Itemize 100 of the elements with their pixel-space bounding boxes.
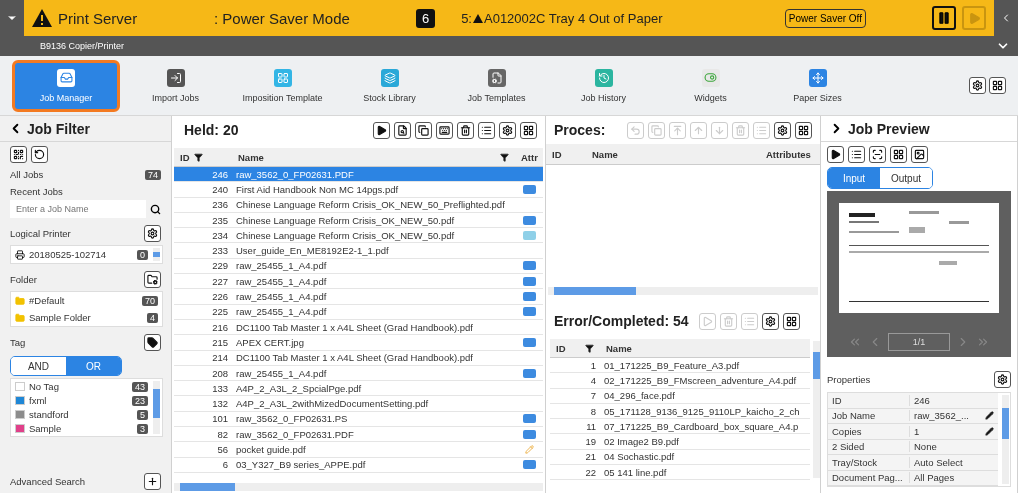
job-row[interactable]: 101 raw_3562_0_FP02631.PS <box>174 411 543 428</box>
job-row[interactable]: 229 raw_25455_1_A4.pdf <box>174 258 543 275</box>
job-row[interactable]: 234 Chinese Language Reform Crisis_OK_NEW_50.pdf <box>174 228 543 244</box>
job-row[interactable]: 225 raw_25455_1_A4.pdf <box>174 304 543 320</box>
tag-name[interactable]: Sample <box>29 423 62 434</box>
power-saver-button[interactable]: Power Saver Off <box>784 8 866 28</box>
job-row[interactable]: 233 User_guide_En_ME8192E2-1_1.pdf <box>174 243 543 259</box>
search-icon[interactable] <box>150 203 161 215</box>
pencil-icon[interactable] <box>985 411 994 421</box>
play-button[interactable] <box>373 121 390 139</box>
pencil-icon[interactable] <box>985 426 994 436</box>
job-row[interactable]: 82 raw_3562_0_FP02631.PDF <box>174 427 543 443</box>
add-button[interactable] <box>144 473 161 490</box>
grid-button[interactable] <box>795 121 812 139</box>
toolbar-tab[interactable]: Stock Library <box>338 59 441 112</box>
folder-name[interactable]: Sample Folder <box>29 312 91 323</box>
column-header[interactable]: Attr <box>521 151 538 163</box>
list-button[interactable] <box>848 146 865 163</box>
job-row[interactable]: 133 A4P_2_A3L_2_SpcialPge.pdf <box>174 381 543 397</box>
delete-button[interactable] <box>457 121 474 139</box>
job-row[interactable]: 56 pocket guide.pdf <box>174 442 543 458</box>
job-row[interactable]: 227 raw_25455_1_A4.pdf <box>174 274 543 290</box>
fit-button[interactable] <box>869 146 886 163</box>
refresh-button[interactable] <box>31 146 48 163</box>
job-row[interactable]: 11 07_171225_B9_Cardboard_box_square_A4.p <box>550 419 810 435</box>
scrollbar[interactable] <box>548 287 818 295</box>
keyboard-button[interactable] <box>436 121 453 139</box>
list-button[interactable] <box>478 121 495 139</box>
job-row[interactable]: 4 02_171225_B9_FMscreen_adventure_A4.pdf <box>550 373 810 389</box>
job-row[interactable]: 208 raw_25455_1_A4.pdf <box>174 365 543 382</box>
job-row[interactable]: 235 Chinese Language Reform Crisis_OK_NEW_50.pdf <box>174 212 543 229</box>
grid-button[interactable] <box>890 146 907 163</box>
column-header[interactable]: ID <box>552 148 562 160</box>
job-row[interactable]: 7 04_296_face.pdf <box>550 388 810 404</box>
printer-name[interactable]: 20180525-102714 <box>29 249 107 260</box>
grid-button[interactable] <box>989 77 1006 94</box>
filter-label[interactable]: All Jobs <box>10 169 44 180</box>
preview-tab[interactable]: Input <box>828 168 880 188</box>
settings-button[interactable] <box>761 312 779 330</box>
job-count: 5 <box>137 409 148 420</box>
settings-button[interactable] <box>499 121 516 139</box>
job-row[interactable]: 1 01_171225_B9_Feature_A3.pdf <box>550 358 810 374</box>
job-row[interactable]: 215 APEX CERT.jpg <box>174 335 543 351</box>
column-header[interactable]: Attributes <box>766 148 811 160</box>
job-name: DC1100 Tab Master 1 x A4L Sheet (Grad Handbook).pdf <box>235 321 474 333</box>
folder-name[interactable]: #Default <box>29 295 65 306</box>
settings-button[interactable] <box>969 77 986 94</box>
toolbar-tab[interactable]: Job Manager <box>12 59 120 112</box>
job-row[interactable]: 8 05_171128_9136_9125_9110LP_kaicho_2_ch <box>550 403 810 420</box>
scrollbar[interactable] <box>174 483 543 491</box>
scrollbar[interactable] <box>153 248 160 261</box>
settings-button[interactable] <box>774 121 791 139</box>
column-header[interactable]: Name <box>592 148 618 160</box>
column-header[interactable]: ID <box>556 342 566 354</box>
play-button[interactable] <box>827 146 844 163</box>
settings-button[interactable] <box>144 225 161 242</box>
scrollbar[interactable] <box>1002 395 1009 484</box>
job-row[interactable]: 226 raw_25455_1_A4.pdf <box>174 289 543 305</box>
grid-button[interactable] <box>782 312 800 330</box>
search-document-button[interactable] <box>394 121 411 139</box>
mode-toggle[interactable]: AND <box>11 357 66 375</box>
search-field[interactable]: Enter a Job Name <box>10 200 146 218</box>
toolbar-tab[interactable]: Job History <box>552 59 655 112</box>
panel-title: Error/Completed: 54 <box>554 313 689 329</box>
toolbar-tab[interactable]: Paper Sizes <box>766 59 869 112</box>
filter-icon[interactable] <box>500 152 509 162</box>
job-row[interactable]: 132 A4P_2_A3L_2withMizedDocumentSetting.pdf <box>174 396 543 412</box>
folder-settings-button[interactable] <box>144 271 161 288</box>
filter-icon[interactable] <box>585 343 594 353</box>
job-row[interactable]: 214 DC1100 Tab Master 1 x A4L Sheet (Grad Handbook).pdf <box>174 350 543 366</box>
job-row[interactable]: 22 05 141 line.pdf <box>550 465 810 481</box>
job-row[interactable]: 6 03_Y327_B9 series_APPE.pdf <box>174 457 543 473</box>
scrollbar[interactable] <box>153 381 160 434</box>
job-row[interactable]: 21 04 Sochastic.pdf <box>550 449 810 466</box>
grid-button[interactable] <box>520 121 537 139</box>
tag-name[interactable]: fxml <box>29 395 47 406</box>
toolbar-tab[interactable]: Job Templates <box>445 59 548 112</box>
pause-button[interactable] <box>932 6 956 30</box>
copy-button[interactable] <box>415 121 432 139</box>
column-header[interactable]: Name <box>606 342 632 354</box>
image-button[interactable] <box>911 146 928 163</box>
column-header[interactable]: Name <box>238 151 264 163</box>
toolbar-tab[interactable]: Imposition Template <box>231 59 334 112</box>
settings-button[interactable] <box>994 371 1011 388</box>
job-row[interactable]: 19 02 Image2 B9.pdf <box>550 434 810 450</box>
toolbar-tab[interactable]: Widgets <box>659 59 762 112</box>
scrollbar[interactable] <box>813 341 820 479</box>
job-row[interactable]: 240 First Aid Handbook Non MC 14pgs.pdf <box>174 182 543 198</box>
tag-name[interactable]: standford <box>29 409 69 420</box>
advanced-search-label[interactable]: Advanced Search <box>10 476 85 487</box>
column-header[interactable]: ID <box>180 151 190 163</box>
tag-name[interactable]: No Tag <box>29 381 59 392</box>
job-row[interactable]: 216 DC1100 Tab Master 1 x A4L Sheet (Grad Handbook).pdf <box>174 319 543 336</box>
filter-icon[interactable] <box>193 152 203 162</box>
job-row[interactable]: 246 raw_3562_0_FP02631.PDF <box>174 167 543 183</box>
job-row[interactable]: 236 Chinese Language Reform Crisis_OK_NEW_50_Preflighted.pdf <box>174 197 543 213</box>
mode-toggle[interactable]: OR <box>66 357 121 375</box>
toolbar-tab[interactable]: Import Jobs <box>124 59 227 112</box>
tag-button[interactable] <box>144 334 161 351</box>
qr-button[interactable] <box>10 146 27 163</box>
